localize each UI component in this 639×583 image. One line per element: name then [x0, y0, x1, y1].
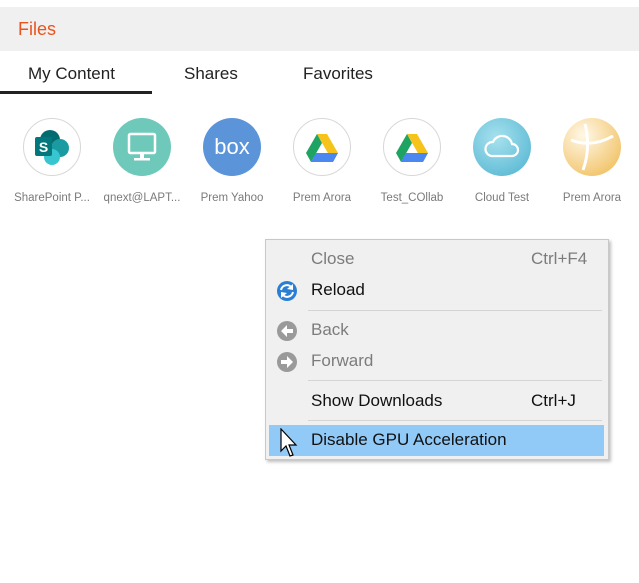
account-label: Test_COllab — [380, 192, 444, 204]
account-label: Cloud Test — [474, 192, 530, 204]
account-label: Prem Yahoo — [200, 192, 264, 204]
beach-ball-icon — [563, 118, 621, 176]
menu-item-shortcut: Ctrl+J — [531, 391, 576, 410]
menu-item-label: Back — [311, 320, 349, 339]
reload-icon — [276, 280, 298, 302]
google-drive-icon — [293, 118, 351, 176]
account-item[interactable]: Prem Arora — [547, 118, 637, 204]
mouse-cursor-icon — [280, 428, 298, 457]
app-title: Files — [18, 19, 57, 39]
menu-item-label: Reload — [311, 280, 365, 299]
computer-icon — [113, 118, 171, 176]
account-item[interactable]: Cloud Test — [457, 118, 547, 204]
account-item[interactable]: box Prem Yahoo — [187, 118, 277, 204]
tab-shares[interactable]: Shares — [184, 64, 238, 84]
google-drive-icon — [383, 118, 441, 176]
menu-item-shortcut: Ctrl+F4 — [531, 249, 588, 268]
tab-my-content[interactable]: My Content — [28, 64, 115, 84]
account-label: Prem Arora — [292, 192, 352, 204]
tab-bar: My Content Shares Favorites — [0, 52, 639, 96]
account-item[interactable]: S SharePoint P... — [7, 118, 97, 204]
menu-separator — [308, 420, 602, 421]
menu-item-label: Disable GPU Acceleration — [311, 430, 507, 449]
sharepoint-icon: S — [23, 118, 81, 176]
menu-item-reload[interactable]: Reload — [269, 275, 604, 306]
menu-separator — [308, 380, 602, 381]
menu-item-back[interactable]: Back — [269, 315, 604, 346]
account-list: S SharePoint P... qnext@LAPT... box Prem… — [0, 118, 639, 218]
menu-item-forward[interactable]: Forward — [269, 346, 604, 377]
menu-item-disable-gpu-acceleration[interactable]: Disable GPU Acceleration — [269, 425, 604, 456]
account-label: SharePoint P... — [14, 192, 90, 204]
tab-favorites[interactable]: Favorites — [303, 64, 373, 84]
box-icon: box — [203, 118, 261, 176]
account-label: Prem Arora — [562, 192, 622, 204]
menu-item-label: Close — [311, 249, 355, 268]
menu-separator — [308, 310, 602, 311]
account-label: qnext@LAPT... — [103, 192, 181, 204]
svg-text:S: S — [39, 139, 48, 155]
forward-arrow-icon — [276, 351, 298, 373]
menu-item-show-downloads[interactable]: Show Downloads Ctrl+J — [269, 386, 604, 417]
account-item[interactable]: Test_COllab — [367, 118, 457, 204]
active-tab-indicator — [0, 91, 152, 94]
back-arrow-icon — [276, 320, 298, 342]
account-item[interactable]: Prem Arora — [277, 118, 367, 204]
account-item[interactable]: qnext@LAPT... — [97, 118, 187, 204]
context-menu: Close Ctrl+F4 Reload Back Forward Show D… — [265, 239, 609, 460]
cloud-icon — [473, 118, 531, 176]
menu-item-label: Show Downloads — [311, 391, 443, 410]
menu-item-label: Forward — [311, 351, 374, 370]
app-header: Files — [0, 7, 639, 51]
svg-text:box: box — [214, 134, 249, 159]
menu-item-close[interactable]: Close Ctrl+F4 — [269, 244, 604, 275]
